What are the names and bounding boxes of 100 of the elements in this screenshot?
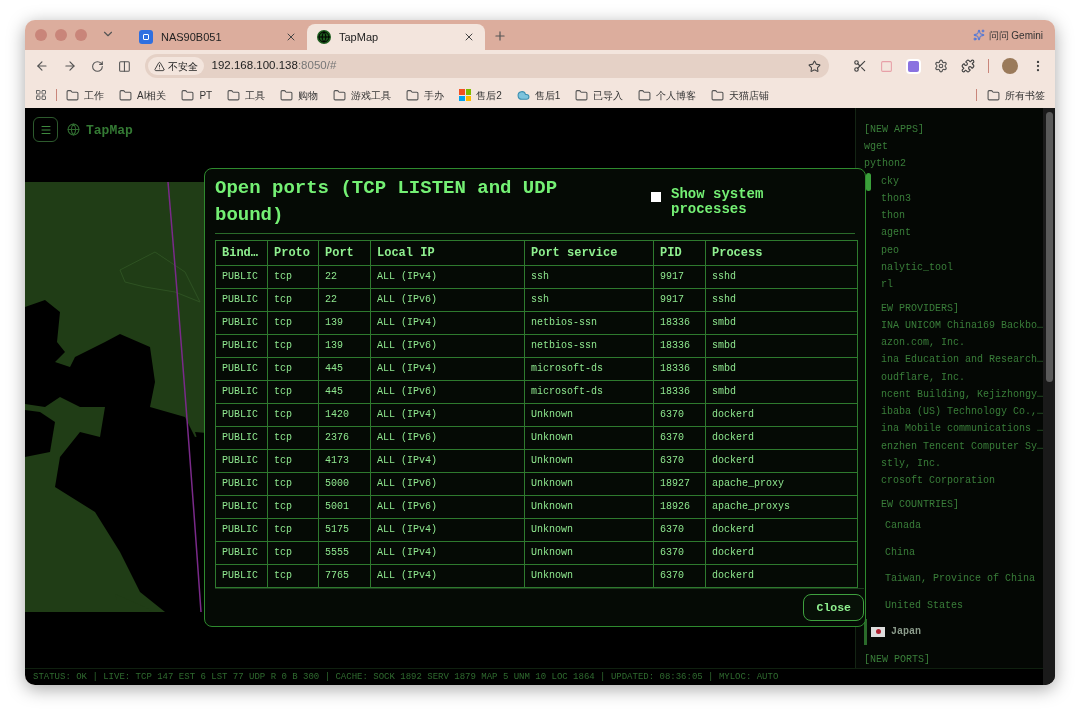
table-cell: 5555: [318, 541, 371, 565]
side-panel-icon[interactable]: [117, 59, 131, 73]
extensions-icon[interactable]: [961, 59, 975, 73]
table-cell: PUBLIC: [215, 426, 268, 450]
table-cell: tcp: [267, 426, 319, 450]
scrollbar-thumb[interactable]: [866, 173, 871, 191]
sidebar-item: crosoft Corporation: [881, 474, 996, 489]
table-cell: tcp: [267, 380, 319, 404]
bookmark-star-icon[interactable]: [808, 59, 821, 73]
bookmark-item[interactable]: 已导入: [575, 87, 624, 103]
table-cell: Unknown: [524, 518, 654, 542]
reload-icon[interactable]: [90, 59, 104, 73]
bookmark-item[interactable]: 购物: [280, 87, 319, 103]
country-item[interactable]: United States: [864, 592, 1043, 619]
column-header[interactable]: Process: [705, 240, 858, 266]
close-tab-icon[interactable]: [463, 31, 475, 43]
column-header[interactable]: Port: [318, 240, 371, 266]
system-processes-checkbox[interactable]: [651, 192, 661, 202]
browser-tab[interactable]: NAS90B051: [129, 24, 307, 50]
column-header[interactable]: Proto: [267, 240, 319, 266]
bookmark-item[interactable]: 工作: [66, 87, 104, 103]
table-cell: smbd: [705, 357, 858, 381]
table-cell: 18336: [653, 380, 706, 404]
table-cell: tcp: [267, 403, 319, 427]
folder-icon: [711, 88, 725, 102]
address-bar[interactable]: 不安全 192.168.100.138:8050/#: [144, 54, 829, 78]
sidebar-item: ncent Building, Kejizhongy…: [881, 387, 1044, 402]
apps-icon[interactable]: [35, 89, 47, 101]
sparkle-icon: [972, 29, 985, 41]
country-name: Taiwan, Province of China: [885, 572, 1036, 587]
browser-tab[interactable]: TapMap: [307, 24, 485, 50]
section-heading: [NEW APPS]: [864, 123, 924, 137]
column-header[interactable]: Port service: [524, 240, 654, 266]
table-cell: netbios-ssn: [524, 311, 654, 335]
nas-icon: [139, 30, 153, 44]
all-bookmarks-item[interactable]: 所有书签: [987, 87, 1045, 103]
country-item[interactable]: Taiwan, Province of China: [864, 565, 1043, 593]
folder-icon: [227, 88, 241, 102]
sidebar-item: nalytic_tool: [881, 261, 953, 276]
table-cell: 6370: [653, 426, 706, 450]
section-heading: [NEW PORTS]: [864, 653, 930, 668]
country-name: Canada: [885, 519, 921, 534]
menu-button[interactable]: [33, 117, 58, 142]
table-cell: ssh: [524, 265, 654, 289]
cloud-icon: [516, 88, 530, 102]
page-scrollbar[interactable]: [1043, 108, 1055, 685]
sidebar-item: thon3: [881, 191, 911, 206]
table-cell: tcp: [267, 495, 319, 519]
bookmark-item[interactable]: 天猫店铺: [711, 87, 770, 103]
table-cell: 139: [318, 334, 371, 358]
folder-icon: [987, 88, 1000, 102]
scissors-icon[interactable]: [853, 59, 867, 73]
globe-icon: [67, 123, 80, 136]
table-cell: 2376: [318, 426, 371, 450]
folder-icon: [575, 88, 589, 102]
back-icon[interactable]: [35, 59, 49, 73]
bookmark-item[interactable]: PT: [181, 87, 213, 103]
url-host: 192.168.100.138: [211, 58, 298, 74]
bookmark-item[interactable]: AI相关: [119, 87, 167, 103]
table-cell: PUBLIC: [215, 472, 268, 496]
checkbox-label[interactable]: Show system processes: [671, 187, 791, 217]
settings-icon[interactable]: [934, 59, 948, 73]
column-header[interactable]: PID: [653, 240, 706, 266]
gemini-button[interactable]: 问问 Gemini: [988, 27, 1043, 43]
table-cell: ALL (IPv6): [370, 426, 525, 450]
bookmark-item[interactable]: 手办: [406, 87, 445, 103]
column-header[interactable]: Bind…: [215, 240, 268, 266]
table-cell: PUBLIC: [215, 334, 268, 358]
country-item[interactable]: Canada: [864, 512, 1043, 540]
bookmark-item[interactable]: 工具: [227, 87, 266, 103]
bookmark-item[interactable]: 售后1: [516, 87, 561, 103]
table-cell: ALL (IPv4): [370, 518, 525, 542]
country-item[interactable]: China: [864, 539, 1043, 566]
bookmark-item[interactable]: 售后2: [459, 87, 502, 103]
table-cell: 18336: [653, 357, 706, 381]
security-chip[interactable]: 不安全: [147, 57, 204, 75]
bookmark-item[interactable]: 个人博客: [638, 87, 697, 103]
table-cell: apache_proxys: [705, 495, 858, 519]
table-cell: Unknown: [524, 426, 654, 450]
close-button[interactable]: Close: [803, 593, 864, 621]
folder-icon: [280, 88, 294, 102]
table-cell: dockerd: [705, 518, 858, 542]
sidebar-item: python2: [864, 157, 906, 172]
table-cell: dockerd: [705, 426, 858, 450]
column-header[interactable]: Local IP: [370, 240, 525, 266]
avatar-icon[interactable]: [1002, 58, 1018, 74]
table-cell: 4173: [318, 449, 371, 473]
table-cell: apache_proxy: [705, 472, 858, 496]
sidebar-item: agent: [881, 226, 911, 241]
forward-icon[interactable]: [62, 59, 77, 73]
close-tab-icon[interactable]: [285, 31, 297, 43]
table-cell: smbd: [705, 311, 858, 335]
bookmark-item[interactable]: 游戏工具: [333, 87, 392, 103]
table-cell: 22: [318, 288, 371, 312]
table-cell: PUBLIC: [215, 564, 268, 588]
table-cell: tcp: [267, 449, 319, 473]
table-cell: ALL (IPv6): [370, 334, 525, 358]
folder-icon: [406, 88, 420, 102]
sidebar-item: stly, Inc.: [881, 457, 941, 472]
table-cell: netbios-ssn: [524, 334, 654, 358]
